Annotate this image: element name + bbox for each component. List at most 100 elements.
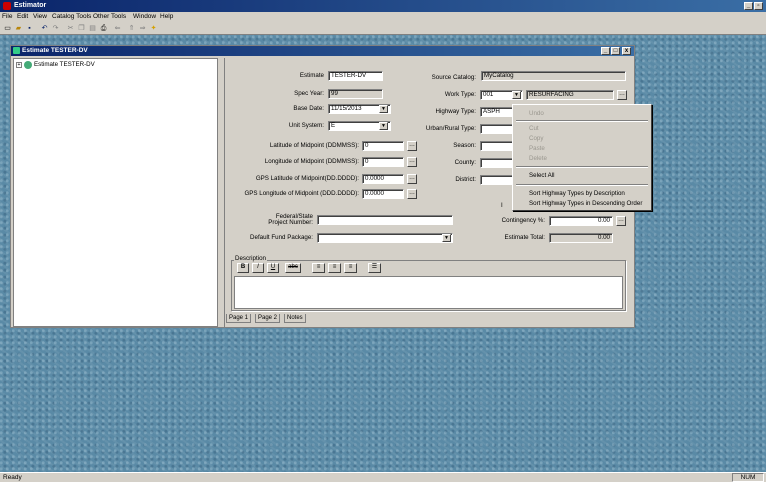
base-date-dropdown-icon[interactable]: ▼ [379, 105, 388, 113]
child-minimize-icon[interactable]: _ [601, 47, 610, 55]
federal-label-2: Project Number: [268, 219, 313, 226]
num-lock-indicator: NUM [732, 473, 764, 482]
estimate-total-label: Estimate Total: [504, 234, 545, 241]
description-label: Description [234, 255, 267, 262]
contingency-label: Contingency %: [501, 217, 545, 224]
unit-system-dropdown-icon[interactable]: ▼ [379, 122, 388, 130]
context-undo[interactable]: Undo [529, 110, 544, 117]
context-separator [516, 184, 648, 186]
redo-icon[interactable]: ↷ [51, 24, 60, 33]
context-separator [516, 166, 648, 168]
menu-other-tools[interactable]: Other Tools [93, 13, 126, 20]
work-type-ellipsis-button[interactable]: … [617, 90, 627, 100]
bullet-list-icon[interactable]: ☰ [368, 263, 381, 273]
county-field[interactable] [480, 158, 514, 168]
estimate-tree[interactable]: + Estimate TESTER-DV [13, 58, 218, 327]
align-center-icon[interactable]: ≡ [328, 263, 341, 273]
align-left-icon[interactable]: ≡ [312, 263, 325, 273]
season-label: Season: [453, 142, 476, 149]
menu-catalog-tools[interactable]: Catalog Tools [52, 13, 91, 20]
gps-longitude-ellipsis-button[interactable]: … [407, 189, 417, 199]
estimate-node-icon [24, 61, 32, 69]
work-type-label: Work Type: [444, 91, 476, 98]
tree-root-label[interactable]: Estimate TESTER-DV [34, 61, 95, 68]
underline-button[interactable]: U [267, 263, 279, 273]
strikethrough-button[interactable]: abc [285, 263, 301, 273]
spec-year-field: 99 [328, 89, 383, 99]
gps-latitude-field[interactable]: 0.0000 [362, 174, 404, 184]
highway-type-field[interactable]: ASPH [480, 107, 514, 117]
context-copy[interactable]: Copy [529, 135, 543, 142]
save-icon[interactable]: ▪ [25, 24, 34, 33]
latitude-field[interactable]: 0 [362, 141, 404, 151]
menu-edit[interactable]: Edit [17, 13, 28, 20]
longitude-field[interactable]: 0 [362, 157, 404, 167]
menu-view[interactable]: View [33, 13, 47, 20]
window-icon [13, 47, 20, 54]
status-text: Ready [3, 474, 22, 481]
tab-page-1[interactable]: Page 1 [226, 314, 252, 323]
context-sort-descending[interactable]: Sort Highway Types in Descending Order [529, 200, 642, 207]
copy-icon[interactable]: ❐ [77, 24, 86, 33]
context-delete[interactable]: Delete [529, 155, 547, 162]
longitude-ellipsis-button[interactable]: … [407, 157, 417, 167]
menu-window[interactable]: Window [133, 13, 156, 20]
back-icon[interactable]: ⇐ [113, 24, 122, 33]
context-cut[interactable]: Cut [529, 125, 539, 132]
context-select-all[interactable]: Select All [529, 172, 554, 179]
highway-type-label: Highway Type: [435, 108, 476, 115]
italic-button[interactable]: I [252, 263, 264, 273]
context-sort-by-description[interactable]: Sort Highway Types by Description [529, 190, 625, 197]
contingency-ellipsis-button[interactable]: … [616, 216, 626, 226]
contingency-field[interactable]: 0.00 [549, 216, 613, 226]
paste-icon[interactable]: ▤ [88, 24, 97, 33]
undo-icon[interactable]: ↶ [40, 24, 49, 33]
default-fund-label: Default Fund Package: [250, 234, 313, 241]
default-fund-dropdown-icon[interactable]: ▼ [442, 234, 451, 242]
toolbar: ▭ ▰ ▪ ↶ ↷ ✂ ❐ ▤ ⎙ ⇐ ⇑ ⇒ ✦ [0, 22, 766, 35]
estimate-field[interactable]: TESTER-DV [328, 71, 383, 81]
wizard-icon[interactable]: ✦ [149, 24, 158, 33]
season-field[interactable] [480, 141, 514, 151]
latitude-ellipsis-button[interactable]: … [407, 141, 417, 151]
bold-button[interactable]: B [237, 263, 249, 273]
gps-latitude-ellipsis-button[interactable]: … [407, 174, 417, 184]
context-paste[interactable]: Paste [529, 145, 545, 152]
partial-label-fragment: I [501, 202, 503, 209]
urban-rural-label: Urban/Rural Type: [425, 125, 476, 132]
child-maximize-icon[interactable]: □ [611, 47, 620, 55]
forward-icon[interactable]: ⇒ [138, 24, 147, 33]
app-title: Estimator [14, 2, 47, 9]
tab-notes[interactable]: Notes [284, 314, 306, 323]
work-type-dropdown-icon[interactable]: ▼ [512, 91, 521, 99]
description-editor[interactable] [234, 276, 623, 309]
print-icon[interactable]: ⎙ [99, 24, 108, 33]
align-right-icon[interactable]: ≡ [344, 263, 357, 273]
estimate-window-title-bar: Estimate TESTER-DV _ □ x [11, 46, 634, 56]
tab-page-2[interactable]: Page 2 [255, 314, 281, 323]
cut-icon[interactable]: ✂ [66, 24, 75, 33]
up-icon[interactable]: ⇑ [127, 24, 136, 33]
menu-help[interactable]: Help [160, 13, 173, 20]
federal-project-field[interactable] [317, 215, 453, 225]
district-field[interactable] [480, 175, 514, 185]
county-label: County: [454, 159, 476, 166]
estimate-total-field: 0.00 [549, 233, 613, 243]
menu-file[interactable]: File [2, 13, 12, 20]
status-bar: Ready NUM [0, 472, 766, 482]
district-label: District: [455, 176, 476, 183]
open-icon[interactable]: ▰ [14, 24, 23, 33]
expand-icon[interactable]: + [16, 62, 22, 68]
child-close-icon[interactable]: x [622, 47, 631, 55]
app-icon [3, 2, 11, 10]
restore-icon[interactable]: ▫ [754, 2, 763, 10]
minimize-icon[interactable]: _ [744, 2, 753, 10]
new-icon[interactable]: ▭ [3, 24, 12, 33]
longitude-label: Longitude of Midpoint (DDMMSS): [264, 158, 359, 165]
gps-longitude-field[interactable]: 0.0000 [362, 189, 404, 199]
default-fund-select[interactable] [317, 233, 453, 243]
source-catalog-label: Source Catalog: [431, 74, 476, 81]
estimate-window-title: Estimate TESTER-DV [22, 47, 88, 54]
urban-rural-field[interactable] [480, 124, 514, 134]
context-menu: Undo Cut Copy Paste Delete Select All So… [512, 104, 652, 211]
